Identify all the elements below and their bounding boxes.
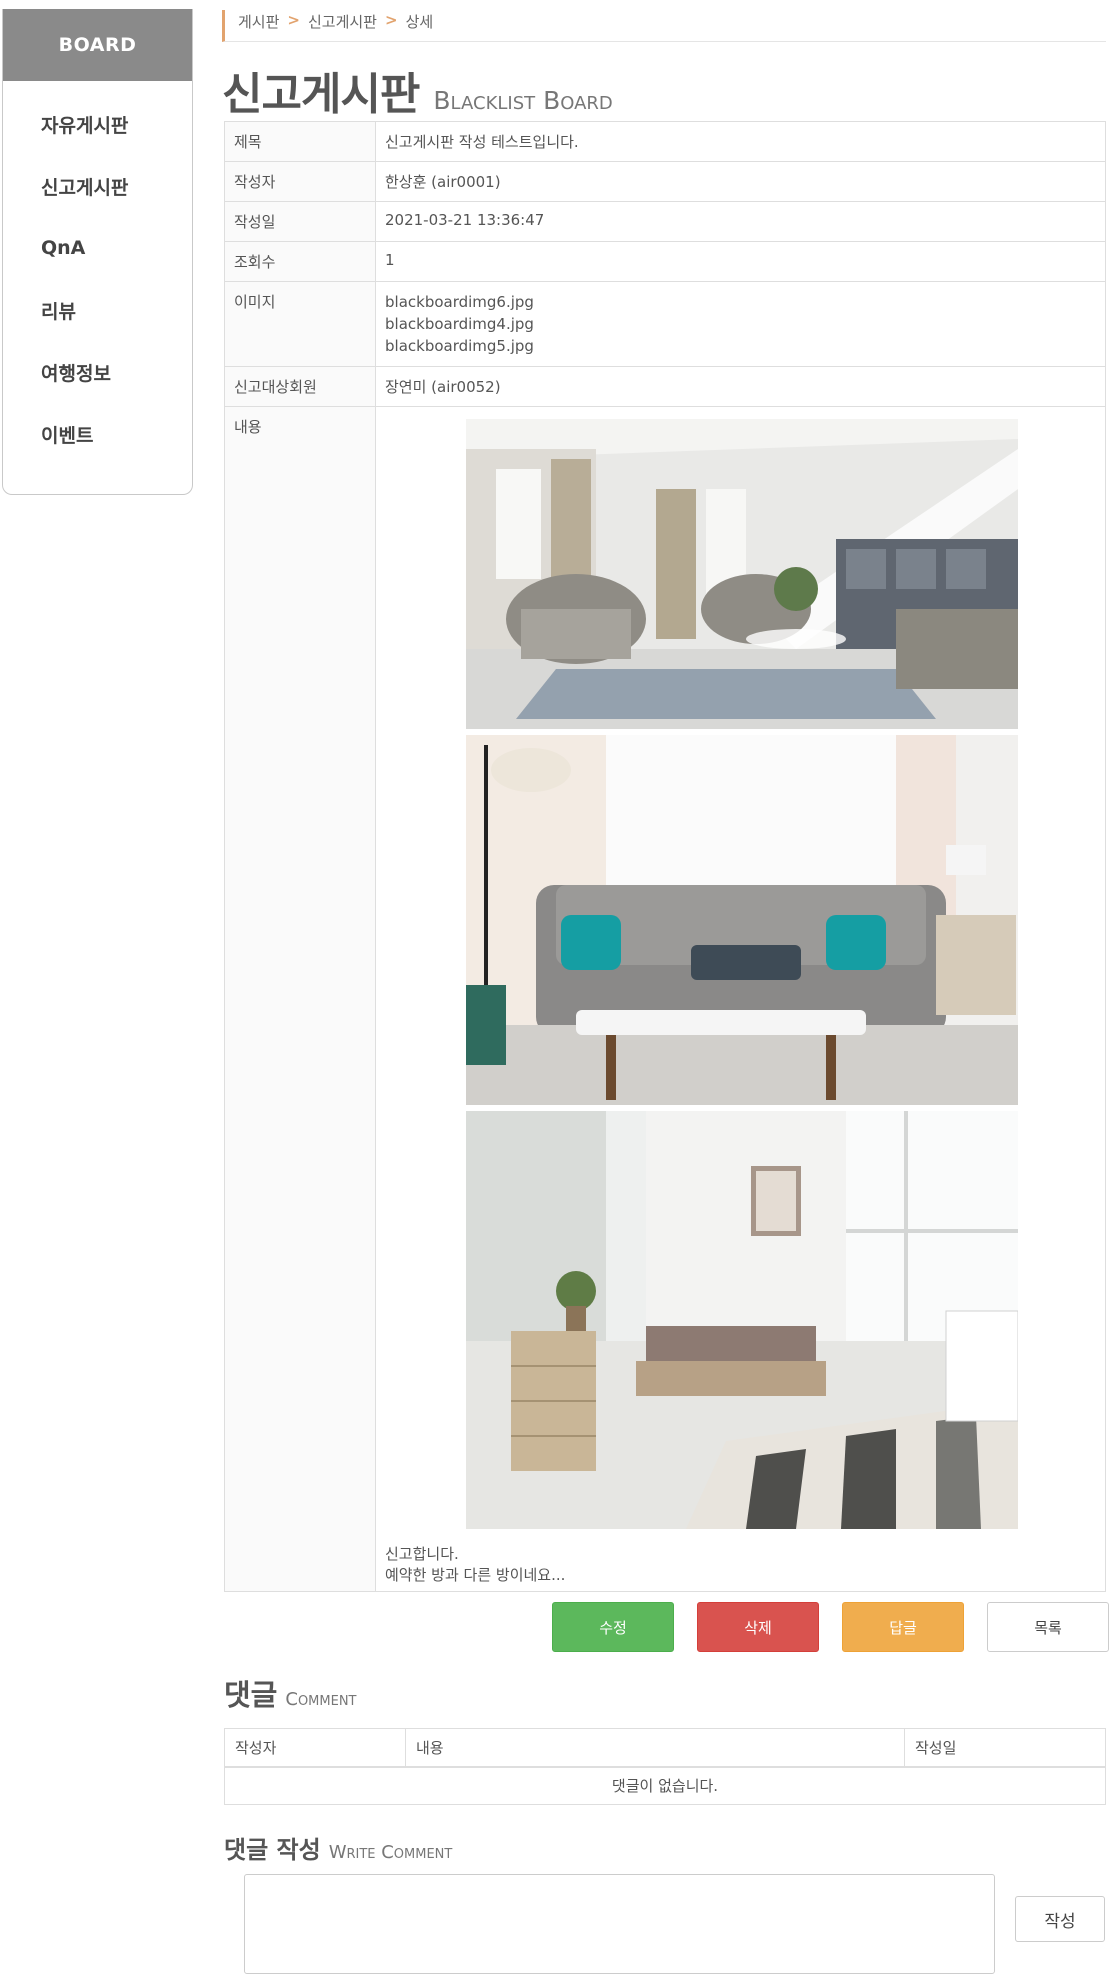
image-file-link[interactable]: blackboardimg6.jpg <box>385 291 1096 313</box>
write-comment-title: 댓글 작성 Write Comment <box>224 1830 452 1865</box>
column-writer: 작성자 <box>224 1728 406 1768</box>
comments-title-en: Comment <box>285 1689 357 1710</box>
row-content: 내용 신고합니다. 예약한 방과 다른 방이네요... <box>224 406 1106 1592</box>
label-images: 이미지 <box>224 281 376 367</box>
post-reported-member: 장연미 (air0052) <box>375 366 1106 407</box>
edit-button[interactable]: 수정 <box>552 1602 674 1652</box>
row-date: 작성일 2021-03-21 13:36:47 <box>224 201 1106 242</box>
breadcrumb-item-board[interactable]: 게시판 <box>238 11 279 32</box>
sidebar-title: BOARD <box>3 9 192 81</box>
list-button[interactable]: 목록 <box>987 1602 1109 1652</box>
post-date: 2021-03-21 13:36:47 <box>375 201 1106 242</box>
comments-empty-row: 댓글이 없습니다. <box>224 1766 1106 1805</box>
photo-living-room-staircase <box>466 419 1018 729</box>
delete-button[interactable]: 삭제 <box>697 1602 819 1652</box>
comments-title: 댓글 Comment <box>224 1672 357 1714</box>
page-title-ko: 신고게시판 <box>222 69 420 120</box>
sidebar-item-travel-info[interactable]: 여행정보 <box>3 341 192 403</box>
post-views: 1 <box>375 241 1106 282</box>
post-detail-table: 제목 신고게시판 작성 테스트입니다. 작성자 한상훈 (air0001) 작성… <box>224 121 1106 1592</box>
reply-button[interactable]: 답글 <box>842 1602 964 1652</box>
label-date: 작성일 <box>224 201 376 242</box>
chevron-right-icon: > <box>287 11 300 29</box>
comments-header-row: 작성자 내용 작성일 <box>224 1728 1106 1768</box>
label-views: 조회수 <box>224 241 376 282</box>
row-reported-member: 신고대상회원 장연미 (air0052) <box>224 366 1106 407</box>
label-content: 내용 <box>224 406 376 1592</box>
sidebar-item-review[interactable]: 리뷰 <box>3 279 192 341</box>
row-views: 조회수 1 <box>224 241 1106 282</box>
row-images: 이미지 blackboardimg6.jpg blackboardimg4.jp… <box>224 281 1106 367</box>
breadcrumb-item-report-board[interactable]: 신고게시판 <box>308 11 377 32</box>
breadcrumb: 게시판 > 신고게시판 > 상세 <box>222 10 1106 42</box>
chevron-right-icon: > <box>385 11 398 29</box>
sidebar: BOARD 자유게시판 신고게시판 QnA 리뷰 여행정보 이벤트 <box>2 9 193 495</box>
photo-grey-sofa <box>466 735 1018 1105</box>
row-title: 제목 신고게시판 작성 테스트입니다. <box>224 121 1106 162</box>
column-content: 내용 <box>405 1728 905 1768</box>
sidebar-item-qna[interactable]: QnA <box>3 217 192 279</box>
photo-bedroom <box>466 1111 1018 1529</box>
post-images: blackboardimg6.jpg blackboardimg4.jpg bl… <box>375 281 1106 367</box>
post-content-line: 예약한 방과 다른 방이네요... <box>385 1566 566 1584</box>
comments-table: 작성자 내용 작성일 댓글이 없습니다. <box>224 1728 1106 1805</box>
page-title-en: Blacklist Board <box>433 86 613 115</box>
post-writer: 한상훈 (air0001) <box>375 161 1106 202</box>
write-comment-title-ko: 댓글 작성 <box>224 1836 321 1864</box>
image-file-link[interactable]: blackboardimg4.jpg <box>385 313 1096 335</box>
sidebar-menu: 자유게시판 신고게시판 QnA 리뷰 여행정보 이벤트 <box>3 81 192 465</box>
post-content: 신고합니다. 예약한 방과 다른 방이네요... <box>375 406 1106 1592</box>
column-date: 작성일 <box>904 1728 1106 1768</box>
image-file-link[interactable]: blackboardimg5.jpg <box>385 335 1096 357</box>
sidebar-item-report-board[interactable]: 신고게시판 <box>3 155 192 217</box>
label-title: 제목 <box>224 121 376 162</box>
comments-title-ko: 댓글 <box>224 1678 278 1712</box>
submit-comment-button[interactable]: 작성 <box>1015 1896 1105 1942</box>
label-reported-member: 신고대상회원 <box>224 366 376 407</box>
post-photos <box>466 419 1018 1529</box>
breadcrumb-item-current: 상세 <box>405 13 434 31</box>
sidebar-item-event[interactable]: 이벤트 <box>3 403 192 465</box>
page-title: 신고게시판 Blacklist Board <box>222 58 613 120</box>
sidebar-item-free-board[interactable]: 자유게시판 <box>3 93 192 155</box>
post-title: 신고게시판 작성 테스트입니다. <box>375 121 1106 162</box>
comments-empty-message: 댓글이 없습니다. <box>224 1766 1106 1805</box>
post-content-line: 신고합니다. <box>385 1545 459 1563</box>
comment-input[interactable] <box>244 1874 995 1974</box>
label-writer: 작성자 <box>224 161 376 202</box>
write-comment-title-en: Write Comment <box>328 1842 453 1863</box>
row-writer: 작성자 한상훈 (air0001) <box>224 161 1106 202</box>
